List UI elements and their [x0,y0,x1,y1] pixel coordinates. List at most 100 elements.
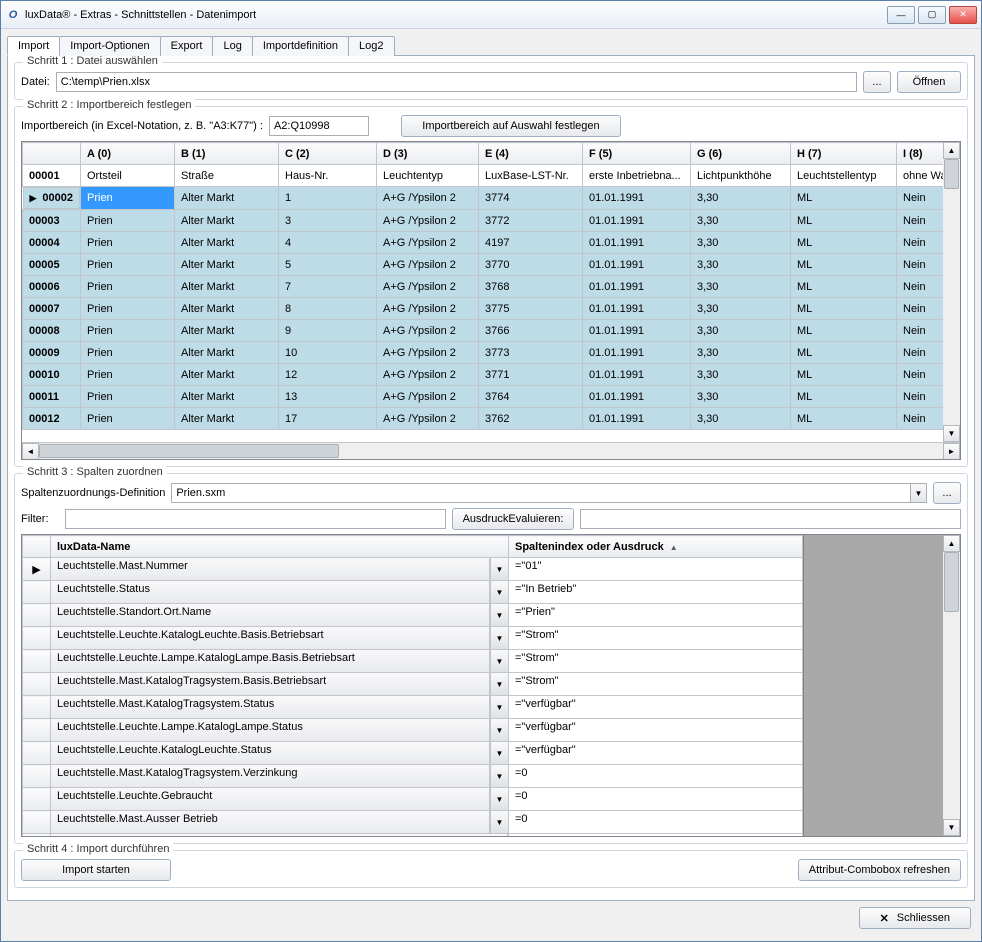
evaluate-button[interactable]: AusdruckEvaluieren: [452,508,575,530]
mapping-expression[interactable]: ="In Betrieb" [509,581,802,603]
preview-cell[interactable]: 3,30 [691,386,791,408]
open-file-button[interactable]: Öffnen [897,71,961,93]
preview-cell[interactable]: Nein [897,364,944,386]
mapping-expression[interactable]: ="Strom" [509,650,802,672]
preview-cell[interactable]: 7 [279,276,377,298]
mapping-row-header[interactable] [23,673,51,696]
mapping-luxname[interactable]: Leuchtstelle.Mast.Nummer [51,558,490,580]
mapping-luxname[interactable]: Leuchtstelle.Leuchte.Gebraucht [51,788,490,810]
mapping-luxname[interactable]: Leuchtstelle.Mast.Ausser Betrieb [51,811,490,833]
mapping-row-header[interactable] [23,581,51,604]
preview-col-header[interactable]: I (8) [897,143,944,165]
chevron-down-icon[interactable]: ▼ [491,788,508,810]
preview-cell[interactable]: 1 [279,187,377,210]
preview-cell[interactable]: 4 [279,232,377,254]
preview-cell[interactable]: A+G /Ypsilon 2 [377,408,479,430]
chevron-down-icon[interactable]: ▼ [491,719,508,741]
preview-cell[interactable]: Lichtpunkthöhe [691,165,791,187]
mapping-expression[interactable]: ="01" [509,558,802,580]
preview-col-header[interactable]: A (0) [81,143,175,165]
mapping-luxname[interactable]: Leuchtstelle.Mast.KatalogTragsystem.Stat… [51,696,490,718]
preview-cell[interactable]: Prien [81,408,175,430]
preview-cell[interactable]: Prien [81,386,175,408]
chevron-down-icon[interactable]: ▼ [491,650,508,672]
preview-cell[interactable]: Nein [897,232,944,254]
preview-col-header[interactable]: B (1) [175,143,279,165]
preview-cell[interactable]: Nein [897,342,944,364]
preview-col-header[interactable] [23,143,81,165]
preview-cell[interactable]: 3,30 [691,187,791,210]
preview-cell[interactable]: Nein [897,320,944,342]
preview-cell[interactable]: 3,30 [691,276,791,298]
preview-cell[interactable]: 4197 [479,232,583,254]
preview-cell[interactable]: 3,30 [691,254,791,276]
preview-cell[interactable]: Nein [897,298,944,320]
evaluate-result[interactable] [580,509,961,529]
mapping-expression[interactable]: ="Strom" [509,627,802,649]
preview-cell[interactable]: ML [791,408,897,430]
preview-cell[interactable]: 3764 [479,386,583,408]
preview-row-number[interactable]: 00007 [23,298,81,320]
preview-cell[interactable]: 9 [279,320,377,342]
tab-export[interactable]: Export [160,36,214,56]
preview-cell[interactable]: Prien [81,187,175,210]
preview-cell[interactable]: ML [791,254,897,276]
chevron-down-icon[interactable]: ▼ [491,765,508,787]
mapping-expression[interactable]: =0 [509,765,802,787]
tab-importdefinition[interactable]: Importdefinition [252,36,349,56]
preview-cell[interactable]: ML [791,276,897,298]
preview-cell[interactable]: A+G /Ypsilon 2 [377,276,479,298]
chevron-down-icon[interactable]: ▼ [910,483,927,503]
preview-cell[interactable]: A+G /Ypsilon 2 [377,254,479,276]
mapping-luxname[interactable]: Leuchtstelle.Status [51,581,490,603]
preview-cell[interactable]: LuxBase-LST-Nr. [479,165,583,187]
preview-cell[interactable]: Leuchtstellentyp [791,165,897,187]
mapping-expression[interactable]: =0 [509,788,802,810]
chevron-down-icon[interactable]: ▼ [491,627,508,649]
preview-cell[interactable]: 12 [279,364,377,386]
preview-cell[interactable]: Leuchtentyp [377,165,479,187]
preview-cell[interactable]: Alter Markt [175,232,279,254]
preview-cell[interactable]: 3,30 [691,364,791,386]
preview-cell[interactable]: A+G /Ypsilon 2 [377,320,479,342]
preview-cell[interactable]: 01.01.1991 [583,408,691,430]
preview-cell[interactable]: Prien [81,364,175,386]
preview-cell[interactable]: Nein [897,254,944,276]
tab-log[interactable]: Log [212,36,252,56]
preview-cell[interactable]: 3,30 [691,320,791,342]
preview-cell[interactable]: 10 [279,342,377,364]
preview-cell[interactable]: Nein [897,276,944,298]
chevron-down-icon[interactable]: ▼ [491,811,508,833]
preview-cell[interactable]: A+G /Ypsilon 2 [377,386,479,408]
preview-cell[interactable]: A+G /Ypsilon 2 [377,232,479,254]
preview-cell[interactable]: ML [791,320,897,342]
col-expression[interactable]: Spaltenindex oder Ausdruck▲ [509,536,803,558]
preview-cell[interactable]: ML [791,187,897,210]
preview-cell[interactable]: 01.01.1991 [583,187,691,210]
mapping-luxname[interactable]: Leuchtstelle.Leuchte.Lampe.KatalogLampe.… [51,650,490,672]
preview-row-number[interactable]: 00012 [23,408,81,430]
preview-cell[interactable]: 3774 [479,187,583,210]
preview-cell[interactable]: Alter Markt [175,210,279,232]
preview-cell[interactable]: Nein [897,210,944,232]
preview-cell[interactable]: 8 [279,298,377,320]
mapping-expression[interactable]: ="Prien" [509,604,802,626]
preview-cell[interactable]: 3,30 [691,342,791,364]
preview-cell[interactable]: ML [791,342,897,364]
preview-cell[interactable]: 3,30 [691,298,791,320]
definition-input[interactable] [171,483,910,503]
preview-cell[interactable]: A+G /Ypsilon 2 [377,298,479,320]
preview-cell[interactable]: 13 [279,386,377,408]
preview-row-number[interactable]: 00001 [23,165,81,187]
preview-cell[interactable]: 3771 [479,364,583,386]
preview-cell[interactable]: A+G /Ypsilon 2 [377,342,479,364]
mapping-luxname[interactable]: Leuchtstelle.Mast.KatalogTragsystem.Verz… [51,765,490,787]
preview-row-number[interactable]: 00005 [23,254,81,276]
preview-vscroll[interactable]: ▲ ▼ [943,142,960,442]
mapping-expression[interactable]: =0 [509,811,802,833]
preview-cell[interactable]: 01.01.1991 [583,276,691,298]
browse-file-button[interactable]: ... [863,71,891,93]
mapping-row-header[interactable] [23,765,51,788]
preview-cell[interactable]: 01.01.1991 [583,254,691,276]
preview-row-number[interactable]: 00003 [23,210,81,232]
